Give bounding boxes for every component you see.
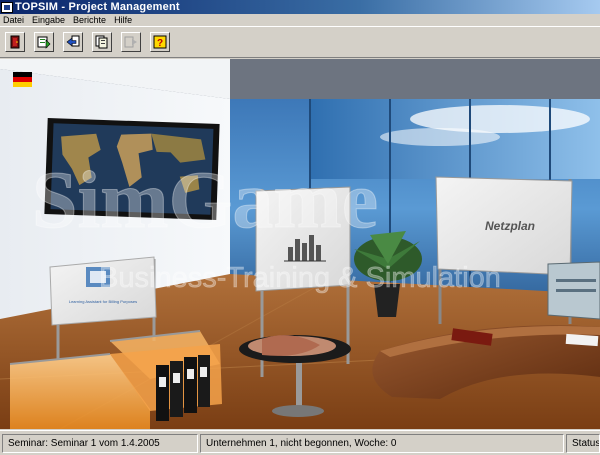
status-company: Unternehmen 1, nicht begonnen, Woche: 0: [200, 433, 564, 453]
exit-button[interactable]: [5, 32, 25, 52]
menu-berichte[interactable]: Berichte: [73, 15, 106, 25]
reports-button[interactable]: [92, 32, 112, 52]
status-state: Status: [566, 433, 600, 453]
window-title: TOPSIM - Project Management: [15, 1, 180, 13]
forward-button[interactable]: [121, 32, 141, 52]
topsim-app-icon: [1, 1, 13, 13]
status-seminar: Seminar: Seminar 1 vom 1.4.2005: [2, 433, 198, 453]
input-button[interactable]: [34, 32, 54, 52]
input-dialog-icon: [37, 36, 51, 49]
office-scene-illustration: SimGame Business-Training & Simulation L…: [0, 59, 600, 429]
transfer-button[interactable]: [63, 32, 83, 52]
help-icon: ?: [153, 35, 167, 49]
window-titlebar: TOPSIM - Project Management: [0, 0, 600, 14]
status-bar: Seminar: Seminar 1 vom 1.4.2005 Unterneh…: [0, 430, 600, 455]
german-flag-icon[interactable]: [13, 72, 32, 87]
arrow-transfer-icon: [66, 35, 80, 47]
menu-datei[interactable]: Datei: [3, 15, 24, 25]
menu-bar: Datei Eingabe Berichte Hilfe: [0, 14, 600, 26]
help-button[interactable]: ?: [150, 32, 170, 52]
report-pages-icon: [95, 35, 108, 49]
svg-text:?: ?: [157, 38, 163, 49]
toolbar: ?: [0, 26, 600, 58]
disabled-forward-icon: [124, 36, 137, 48]
office-scene[interactable]: SimGame Business-Training & Simulation L…: [0, 59, 600, 429]
left-board-label: Learning Assistant for Billing Purposes: [69, 299, 137, 304]
watermark-subtitle: Business-Training & Simulation: [99, 262, 501, 294]
netzplan-board-label[interactable]: Netzplan: [485, 219, 535, 233]
watermark-title: SimGame: [32, 154, 378, 245]
menu-eingabe[interactable]: Eingabe: [32, 15, 65, 25]
exit-door-icon: [10, 35, 20, 49]
menu-hilfe[interactable]: Hilfe: [114, 15, 132, 25]
